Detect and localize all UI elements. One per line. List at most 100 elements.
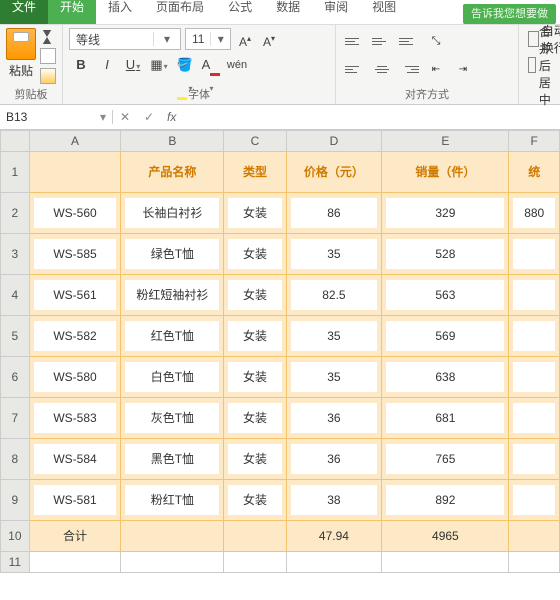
cell-D7[interactable]: 36 [286,398,382,439]
col-header-C[interactable]: C [224,131,286,152]
confirm-fx-button[interactable]: ✓ [137,110,161,124]
cell-F3[interactable] [509,234,560,275]
cell-C3[interactable]: 女装 [224,234,286,275]
cell-F9[interactable] [509,480,560,521]
cell-E5[interactable]: 569 [382,316,509,357]
cell-A5[interactable]: WS-582 [29,316,121,357]
format-painter-icon[interactable] [40,68,56,84]
underline-button[interactable]: U▾ [121,53,145,77]
cell-A11[interactable] [29,552,121,573]
cell-F6[interactable] [509,357,560,398]
cell-D5[interactable]: 35 [286,316,382,357]
tab-view[interactable]: 视图 [360,0,408,24]
col-header-B[interactable]: B [121,131,224,152]
font-size-combo[interactable]: 11 ▾ [185,28,231,50]
cell-D3[interactable]: 35 [286,234,382,275]
cell-A6[interactable]: WS-580 [29,357,121,398]
cell-F1[interactable]: 统 [509,152,560,193]
cell-C11[interactable] [224,552,286,573]
cell-B4[interactable]: 粉红短袖衬衫 [121,275,224,316]
align-middle-button[interactable] [369,28,395,54]
col-header-A[interactable]: A [29,131,121,152]
tab-layout[interactable]: 页面布局 [144,0,216,24]
cell-E3[interactable]: 528 [382,234,509,275]
cell-B1[interactable]: 产品名称 [121,152,224,193]
col-header-E[interactable]: E [382,131,509,152]
font-name-combo[interactable]: 等线 ▾ [69,28,181,50]
cell-B9[interactable]: 粉红T恤 [121,480,224,521]
cut-icon[interactable] [40,30,54,44]
select-all-corner[interactable] [1,131,30,152]
cell-D6[interactable]: 35 [286,357,382,398]
row-header-5[interactable]: 5 [1,316,30,357]
tab-formula[interactable]: 公式 [216,0,264,24]
name-box[interactable]: B13 ▾ [0,110,113,124]
tab-insert[interactable]: 插入 [96,0,144,24]
cell-C2[interactable]: 女装 [224,193,286,234]
cell-D8[interactable]: 36 [286,439,382,480]
row-header-3[interactable]: 3 [1,234,30,275]
cell-A7[interactable]: WS-583 [29,398,121,439]
tell-me-hint[interactable]: 告诉我您想要做 [463,4,556,24]
tab-review[interactable]: 审阅 [312,0,360,24]
cell-A10[interactable]: 合计 [29,521,121,552]
cell-E1[interactable]: 销量（件） [382,152,509,193]
row-header-2[interactable]: 2 [1,193,30,234]
cell-F11[interactable] [509,552,560,573]
paste-button[interactable]: 粘贴 [6,28,36,84]
row-header-4[interactable]: 4 [1,275,30,316]
align-right-button[interactable] [396,56,422,82]
merge-center-button[interactable]: 合并后居中 ▾ [525,54,560,76]
phonetic-button[interactable]: wén [225,53,249,77]
orientation-button[interactable]: ⤡ [423,28,449,54]
cell-B6[interactable]: 白色T恤 [121,357,224,398]
cell-A8[interactable]: WS-584 [29,439,121,480]
fill-color-button[interactable]: 🪣▾ [173,53,197,77]
cell-E10[interactable]: 4965 [382,521,509,552]
cell-C7[interactable]: 女装 [224,398,286,439]
col-header-D[interactable]: D [286,131,382,152]
cell-D1[interactable]: 价格（元） [286,152,382,193]
row-header-11[interactable]: 11 [1,552,30,573]
cell-A4[interactable]: WS-561 [29,275,121,316]
chevron-down-icon[interactable]: ▾ [210,32,230,46]
copy-icon[interactable] [40,48,56,64]
cell-E4[interactable]: 563 [382,275,509,316]
shrink-font-button[interactable]: A▾ [259,29,279,49]
indent-decrease-button[interactable]: ⇤ [423,56,449,82]
row-header-6[interactable]: 6 [1,357,30,398]
cell-E2[interactable]: 329 [382,193,509,234]
cell-B11[interactable] [121,552,224,573]
row-header-8[interactable]: 8 [1,439,30,480]
align-top-button[interactable] [342,28,368,54]
cell-F7[interactable] [509,398,560,439]
row-header-9[interactable]: 9 [1,480,30,521]
cell-C10[interactable] [224,521,286,552]
cell-A1[interactable] [29,152,121,193]
cell-C5[interactable]: 女装 [224,316,286,357]
cell-E6[interactable]: 638 [382,357,509,398]
font-color-button[interactable]: A▾ [199,53,223,77]
cell-F2[interactable]: 880 [509,193,560,234]
row-header-7[interactable]: 7 [1,398,30,439]
tab-file[interactable]: 文件 [0,0,48,24]
cell-C9[interactable]: 女装 [224,480,286,521]
cell-E7[interactable]: 681 [382,398,509,439]
cell-B10[interactable] [121,521,224,552]
cell-D2[interactable]: 86 [286,193,382,234]
spreadsheet-grid[interactable]: ABCDEF 1产品名称类型价格（元）销量（件）统2WS-560长袖白衬衫女装8… [0,130,560,573]
cell-A2[interactable]: WS-560 [29,193,121,234]
cell-C4[interactable]: 女装 [224,275,286,316]
cell-F10[interactable] [509,521,560,552]
cell-E8[interactable]: 765 [382,439,509,480]
cell-D11[interactable] [286,552,382,573]
cell-A9[interactable]: WS-581 [29,480,121,521]
cancel-fx-button[interactable]: ✕ [113,110,137,124]
cell-E11[interactable] [382,552,509,573]
cell-B5[interactable]: 红色T恤 [121,316,224,357]
row-header-1[interactable]: 1 [1,152,30,193]
cell-C6[interactable]: 女装 [224,357,286,398]
border-button[interactable]: ▦▾ [147,53,171,77]
grow-font-button[interactable]: A▴ [235,29,255,49]
tab-home[interactable]: 开始 [48,0,96,24]
